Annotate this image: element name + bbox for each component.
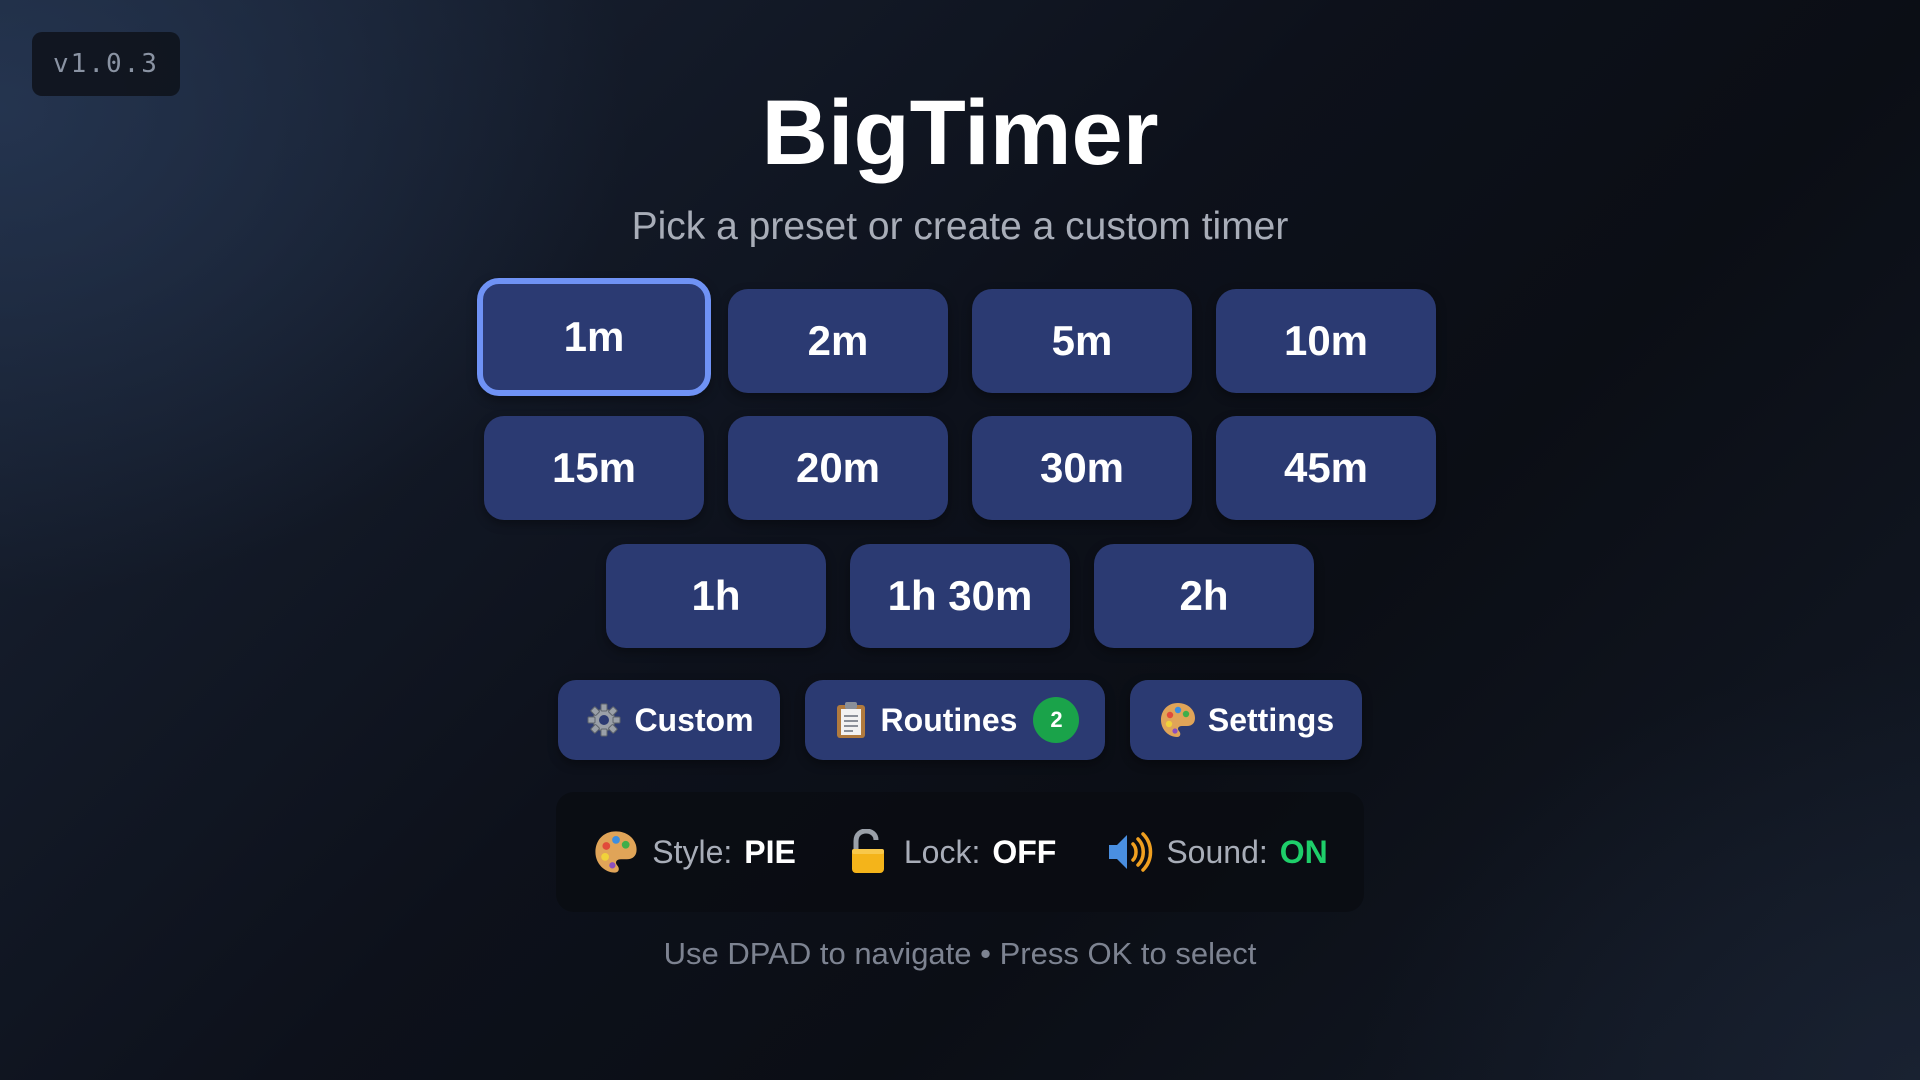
- preset-2h-button[interactable]: 2h: [1094, 544, 1314, 648]
- preset-5m-button[interactable]: 5m: [972, 289, 1192, 393]
- preset-10m-button[interactable]: 10m: [1216, 289, 1436, 393]
- preset-20m-button[interactable]: 20m: [728, 416, 948, 520]
- status-bar: Style: PIE Lock: OFF Sound: ON: [556, 792, 1364, 912]
- custom-button-label: Custom: [634, 701, 754, 738]
- sound-label: Sound:: [1166, 833, 1268, 870]
- speaker-icon: [1104, 828, 1154, 876]
- preset-1h30m-button[interactable]: 1h 30m: [850, 544, 1070, 648]
- style-status: Style: PIE: [592, 828, 796, 876]
- style-value: PIE: [744, 833, 796, 870]
- settings-button[interactable]: Settings: [1130, 680, 1362, 760]
- settings-button-label: Settings: [1207, 701, 1335, 738]
- sound-status: Sound: ON: [1104, 828, 1328, 876]
- preset-30m-button[interactable]: 30m: [972, 416, 1192, 520]
- palette-icon: [592, 828, 640, 876]
- clipboard-icon: [831, 700, 871, 740]
- preset-1h-button[interactable]: 1h: [606, 544, 826, 648]
- lock-status: Lock: OFF: [844, 828, 1056, 876]
- app-title: BigTimer: [761, 82, 1159, 184]
- unlocked-padlock-icon: [844, 828, 892, 876]
- app-subtitle: Pick a preset or create a custom timer: [631, 205, 1289, 248]
- style-label: Style:: [652, 833, 733, 870]
- preset-2m-button[interactable]: 2m: [728, 289, 948, 393]
- palette-icon: [1158, 700, 1198, 740]
- gear-icon: [584, 700, 624, 740]
- routines-count-badge: 2: [1033, 697, 1080, 743]
- lock-value: OFF: [992, 833, 1057, 870]
- custom-button[interactable]: Custom: [558, 680, 780, 760]
- lock-label: Lock:: [903, 833, 981, 870]
- navigation-hint: Use DPAD to navigate • Press OK to selec…: [663, 936, 1257, 971]
- preset-15m-button[interactable]: 15m: [484, 416, 704, 520]
- routines-button[interactable]: Routines 2: [805, 680, 1105, 760]
- routines-button-label: Routines: [880, 701, 1018, 738]
- preset-45m-button[interactable]: 45m: [1216, 416, 1436, 520]
- preset-1m-button[interactable]: 1m: [477, 278, 711, 396]
- sound-value: ON: [1279, 833, 1328, 870]
